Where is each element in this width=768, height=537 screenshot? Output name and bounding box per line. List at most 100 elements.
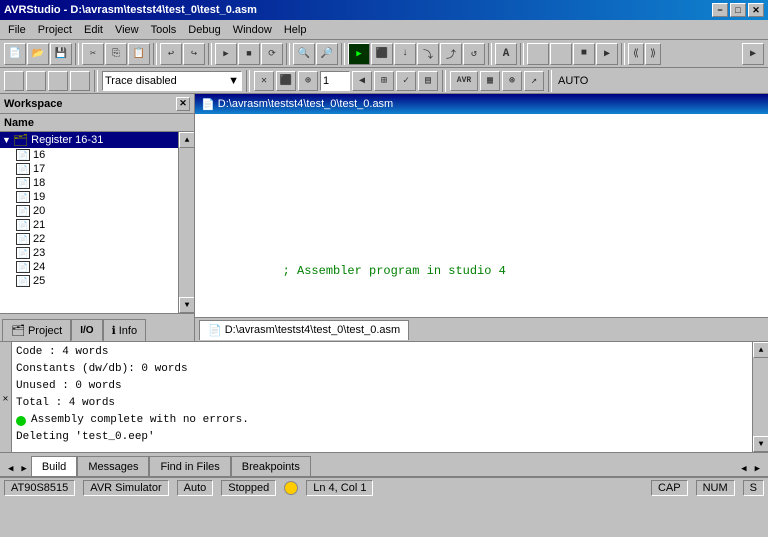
extra-btn2[interactable] (550, 43, 572, 65)
paste-icon: 📋 (133, 48, 145, 60)
menu-debug[interactable]: Debug (182, 22, 226, 38)
output-close-sidebar[interactable]: × (0, 342, 12, 452)
menu-tools[interactable]: Tools (145, 22, 183, 38)
tree-item-5[interactable]: 📄 21 (0, 218, 178, 232)
build-button-2[interactable]: ■ (238, 43, 260, 65)
tree-item-6[interactable]: 📄 22 (0, 232, 178, 246)
auto-label: AUTO (556, 75, 590, 87)
build-button-1[interactable]: ▶ (215, 43, 237, 65)
paste-button[interactable]: 📋 (128, 43, 150, 65)
extra-btn1[interactable] (527, 43, 549, 65)
new-button[interactable]: 📄 (4, 43, 26, 65)
menu-project[interactable]: Project (32, 22, 78, 38)
debug-btn6[interactable]: ↺ (463, 43, 485, 65)
output-tab-build[interactable]: Build (31, 456, 77, 476)
tb2-btn9[interactable]: ⊞ (374, 71, 394, 91)
title-text: AVRStudio - D:\avrasm\testst4\test_0\tes… (4, 4, 257, 16)
tb2-btn8[interactable]: ◀ (352, 71, 372, 91)
extra-btn6[interactable]: ⟫ (645, 43, 661, 65)
undo-button[interactable]: ↩ (160, 43, 182, 65)
copy-button[interactable]: ⎘ (105, 43, 127, 65)
debug-btn3[interactable]: ↓ (394, 43, 416, 65)
extra-btn4[interactable]: ▶ (596, 43, 618, 65)
debug-btn5[interactable]: ⤴ (440, 43, 462, 65)
step-count-input[interactable]: 1 (320, 71, 350, 91)
tb2-btn14[interactable]: ↗ (524, 71, 544, 91)
find-button[interactable]: 🔍 (293, 43, 315, 65)
info-icon: ℹ (112, 324, 116, 337)
separator-1 (75, 43, 79, 65)
tb2-btn13[interactable]: ⊛ (502, 71, 522, 91)
tb2-btn6[interactable]: ⬛ (276, 71, 296, 91)
output-tab-find[interactable]: Find in Files (149, 456, 230, 476)
tb2-btn4[interactable] (70, 71, 90, 91)
workspace-close-button[interactable]: ✕ (176, 97, 190, 111)
debug-btn4[interactable]: ⤵ (417, 43, 439, 65)
tb2-btn1[interactable] (4, 71, 24, 91)
extra-btn3[interactable]: ■ (573, 43, 595, 65)
tb2-btn5[interactable]: ✕ (254, 71, 274, 91)
maximize-button[interactable]: □ (730, 3, 746, 17)
tab-project[interactable]: 🗂 Project (2, 319, 71, 341)
tree-item-1[interactable]: 📄 17 (0, 162, 178, 176)
output-tab-scroll-right[interactable]: ▶ (17, 462, 30, 476)
rebuild-icon: ⟳ (268, 49, 276, 59)
output-tab-scroll-left[interactable]: ◀ (4, 462, 17, 476)
output-line-3-text: Total : 4 words (16, 395, 115, 412)
status-simulator-text: AVR Simulator (90, 482, 161, 494)
menu-help[interactable]: Help (278, 22, 313, 38)
file-tab-bottom-item[interactable]: 📄 D:\avrasm\testst4\test_0\test_0.asm (199, 320, 409, 340)
tree-item-8[interactable]: 📄 24 (0, 260, 178, 274)
tree-item-7[interactable]: 📄 23 (0, 246, 178, 260)
tb2-btn11[interactable]: ▤ (418, 71, 438, 91)
tab-io[interactable]: I/O (71, 319, 102, 341)
trace-dropdown[interactable]: Trace disabled ▼ (102, 71, 242, 91)
output-scroll-track[interactable] (753, 358, 768, 436)
menu-file[interactable]: File (2, 22, 32, 38)
tb2-btn7[interactable]: ⊕ (298, 71, 318, 91)
status-num-text: NUM (703, 482, 728, 494)
redo-button[interactable]: ↪ (183, 43, 205, 65)
workspace-tree-area: ▼ 🗂 Register 16-31 📄 16 📄 17 📄 18 (0, 132, 194, 313)
output-tab-right-scroll-left[interactable]: ◀ (737, 462, 750, 476)
minimize-button[interactable]: − (712, 3, 728, 17)
search-button[interactable]: 🔎 (316, 43, 338, 65)
separator-3 (208, 43, 212, 65)
scroll-down-button[interactable]: ▼ (179, 297, 194, 313)
tb2-btn10[interactable]: ✓ (396, 71, 416, 91)
scroll-track[interactable] (179, 148, 194, 297)
cut-button[interactable]: ✂ (82, 43, 104, 65)
tb2-btn12[interactable]: ▦ (480, 71, 500, 91)
menu-edit[interactable]: Edit (78, 22, 109, 38)
tree-item-4[interactable]: 📄 20 (0, 204, 178, 218)
output-tab-right-scroll-right[interactable]: ▶ (751, 462, 764, 476)
output-tab-messages[interactable]: Messages (77, 456, 149, 476)
output-tab-breakpoints[interactable]: Breakpoints (231, 456, 311, 476)
scroll-up-button[interactable]: ▲ (179, 132, 194, 148)
close-button[interactable]: ✕ (748, 3, 764, 17)
debug-btn2[interactable]: ⬛ (371, 43, 393, 65)
tree-root-item[interactable]: ▼ 🗂 Register 16-31 (0, 132, 178, 148)
output-scroll-up[interactable]: ▲ (753, 342, 768, 358)
save-button[interactable]: 💾 (50, 43, 72, 65)
output-line-5: Deleting 'test_0.eep' (16, 429, 748, 446)
text-btn[interactable]: A (495, 43, 517, 65)
tree-item-2[interactable]: 📄 18 (0, 176, 178, 190)
output-scroll-down[interactable]: ▼ (753, 436, 768, 452)
open-button[interactable]: 📂 (27, 43, 49, 65)
tree-item-9[interactable]: 📄 25 (0, 274, 178, 288)
tree-item-0[interactable]: 📄 16 (0, 148, 178, 162)
tree-item-label-2: 18 (33, 177, 45, 189)
avr-btn[interactable]: AVR (450, 71, 478, 91)
tb2-btn3[interactable] (48, 71, 68, 91)
menu-view[interactable]: View (109, 22, 145, 38)
code-scroll-area[interactable]: ; Assembler program in studio 4 ▶ ldi R1… (195, 114, 768, 317)
tab-info[interactable]: ℹ Info (103, 319, 147, 341)
build-button-3[interactable]: ⟳ (261, 43, 283, 65)
tb2-btn2[interactable] (26, 71, 46, 91)
extra-btn5[interactable]: ⟪ (628, 43, 644, 65)
menu-window[interactable]: Window (227, 22, 278, 38)
debug-btn1[interactable]: ▶ (348, 43, 370, 65)
tree-item-3[interactable]: 📄 19 (0, 190, 178, 204)
right-arrow-btn[interactable]: ▶ (742, 43, 764, 65)
